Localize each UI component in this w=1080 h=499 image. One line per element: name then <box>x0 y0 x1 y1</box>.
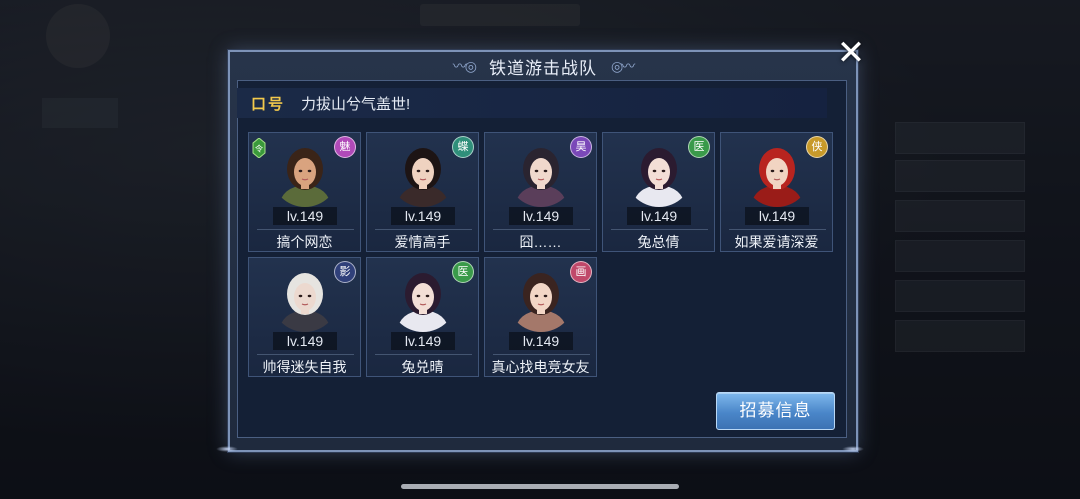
member-name: 帅得迷失自我 <box>262 359 347 375</box>
member-name: 囧…… <box>519 234 562 250</box>
card-divider <box>257 354 354 355</box>
recruit-info-button[interactable]: 招募信息 <box>716 392 835 430</box>
card-divider <box>257 229 354 230</box>
class-badge-icon: 画 <box>570 261 592 283</box>
member-portrait-icon <box>271 264 339 332</box>
member-portrait-icon <box>271 139 339 207</box>
member-portrait-icon <box>507 264 575 332</box>
card-divider <box>611 229 708 230</box>
member-card[interactable]: 医 lv.149 兔总倩 <box>602 132 715 252</box>
member-level: lv.149 <box>273 332 337 350</box>
member-name: 如果爱请深爱 <box>734 234 819 250</box>
corner-glow-icon <box>842 446 864 452</box>
card-divider <box>493 229 590 230</box>
member-level: lv.149 <box>509 332 573 350</box>
class-badge-icon: 魅 <box>334 136 356 158</box>
card-divider <box>729 229 826 230</box>
member-level: lv.149 <box>745 207 809 225</box>
member-card[interactable]: 魅 令 lv.149 搞个网恋 <box>248 132 361 252</box>
class-badge-icon: 医 <box>688 136 710 158</box>
member-portrait-icon <box>625 139 693 207</box>
title-ornament-right-icon: ◎〰 <box>611 58 635 74</box>
card-divider <box>375 229 472 230</box>
card-divider <box>375 354 472 355</box>
member-card[interactable]: 画 lv.149 真心找电竞女友 <box>484 257 597 377</box>
member-card[interactable]: 昊 lv.149 囧…… <box>484 132 597 252</box>
member-level: lv.149 <box>391 207 455 225</box>
slogan-label: 口号 <box>251 95 286 113</box>
member-portrait-icon <box>743 139 811 207</box>
member-card[interactable]: 蝶 lv.149 爱情高手 <box>366 132 479 252</box>
close-button[interactable]: ✕ <box>836 36 866 70</box>
member-card[interactable]: 医 lv.149 兔兑晴 <box>366 257 479 377</box>
member-name: 真心找电竞女友 <box>491 359 590 375</box>
class-badge-icon: 蝶 <box>452 136 474 158</box>
dialog-title-bar: 〰◎ 铁道游击战队 ◎〰 <box>230 52 856 80</box>
member-level: lv.149 <box>273 207 337 225</box>
member-name: 搞个网恋 <box>276 234 333 250</box>
member-level: lv.149 <box>627 207 691 225</box>
slogan-text: 力拔山兮气盖世! <box>301 95 411 113</box>
member-name: 爱情高手 <box>394 234 451 250</box>
member-portrait-icon <box>389 264 457 332</box>
member-level: lv.149 <box>391 332 455 350</box>
class-badge-icon: 昊 <box>570 136 592 158</box>
member-portrait-icon <box>507 139 575 207</box>
svg-text:令: 令 <box>255 144 263 154</box>
team-name-title: 铁道游击战队 <box>489 58 597 78</box>
leader-tag-icon: 令 <box>251 137 267 159</box>
card-divider <box>493 354 590 355</box>
class-badge-icon: 侠 <box>806 136 828 158</box>
slogan-bar: 口号 力拔山兮气盖世! <box>237 88 827 118</box>
member-level: lv.149 <box>509 207 573 225</box>
corner-glow-icon <box>216 446 238 452</box>
title-ornament-left-icon: 〰◎ <box>452 58 477 74</box>
member-name: 兔兑晴 <box>401 359 444 375</box>
home-indicator[interactable] <box>401 484 679 489</box>
class-badge-icon: 影 <box>334 261 356 283</box>
member-name: 兔总倩 <box>637 234 680 250</box>
member-card[interactable]: 侠 lv.149 如果爱请深爱 <box>720 132 833 252</box>
member-portrait-icon <box>389 139 457 207</box>
member-card[interactable]: 影 lv.149 帅得迷失自我 <box>248 257 361 377</box>
class-badge-icon: 医 <box>452 261 474 283</box>
